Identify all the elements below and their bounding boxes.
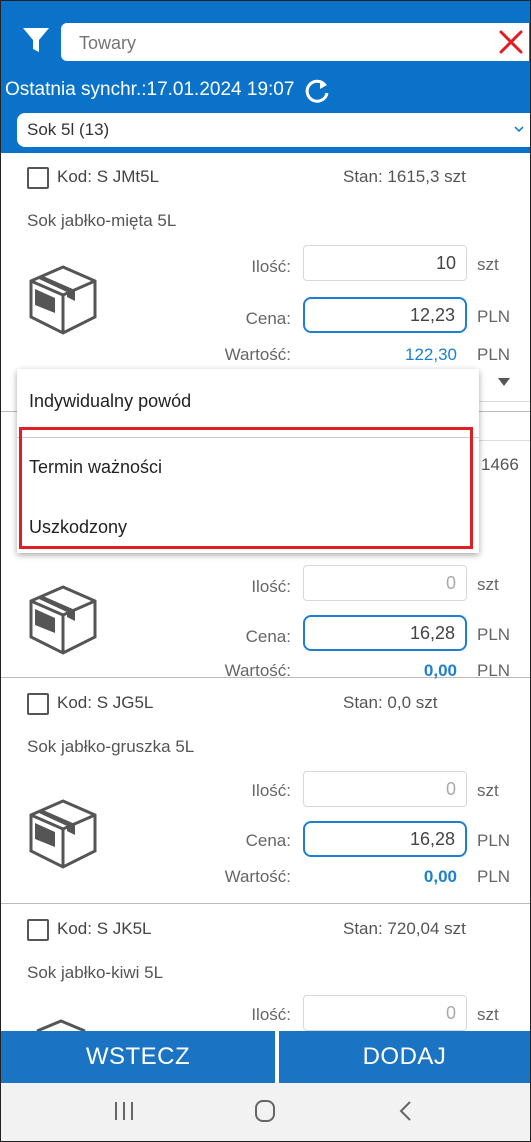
close-icon[interactable] [497,28,525,56]
app-frame: Ostatnia synchr.:17.01.2024 19:07 Sok 5l… [0,0,531,1142]
value-label: Wartość: [224,661,291,680]
refresh-icon[interactable] [303,77,331,105]
quantity-label: Ilość: [251,781,291,800]
quantity-field[interactable]: 0 [303,995,467,1031]
add-button[interactable]: DODAJ [279,1031,530,1083]
product-name: Sok jabłko-gruszka 5L [27,737,195,756]
quantity-label: Ilość: [251,1005,291,1024]
product-code: Kod: S JK5L [57,919,152,938]
product-code: Kod: S JG5L [57,693,154,712]
package-icon [36,1019,86,1031]
quantity-field[interactable]: 10 [303,245,467,281]
product-name: Sok jabłko-kiwi 5L [27,963,164,982]
product-item: Kod: S JG5L Stan: 0,0 szt Sok jabłko-gru… [1,679,530,904]
reason-select-chevron-icon[interactable] [497,377,511,387]
home-icon[interactable] [253,1099,277,1123]
select-checkbox[interactable] [27,167,49,189]
value-amount: 122,30 [405,345,457,364]
quantity-field[interactable]: 0 [303,565,467,601]
recent-apps-icon[interactable] [113,1099,135,1123]
product-stock: Stan: 0,0 szt [343,693,438,712]
value-label: Wartość: [224,345,291,364]
package-icon [29,799,97,869]
quantity-field[interactable]: 0 [303,771,467,807]
price-unit: PLN [477,307,511,326]
reason-dropdown: Indywidualny powód Termin ważności Uszko… [17,369,479,553]
search-input[interactable] [77,23,471,63]
quantity-unit: szt [477,781,499,800]
quantity-label: Ilość: [251,577,291,596]
search-box[interactable] [61,23,529,63]
select-checkbox[interactable] [27,693,49,715]
dropdown-option-individual[interactable]: Indywidualny powód [29,391,191,412]
price-label: Cena: [245,831,291,850]
back-button[interactable]: WSTECZ [1,1031,275,1083]
select-checkbox[interactable] [27,919,49,941]
quantity-label: Ilość: [251,257,291,276]
quantity-unit: szt [477,1005,499,1024]
product-name: Sok jabłko-mięta 5L [27,211,177,230]
price-label: Cena: [245,627,291,646]
product-code: Kod: S JMt5L [57,167,160,186]
highlight-box [19,427,473,549]
category-label: Sok 5l (13) [27,120,110,139]
back-nav-icon[interactable] [397,1099,413,1123]
sync-status: Ostatnia synchr.:17.01.2024 19:07 [5,79,295,100]
value-unit: PLN [477,345,511,364]
action-bar: WSTECZ DODAJ [1,1031,530,1083]
price-field[interactable]: 16,28 [303,821,467,857]
price-field[interactable]: 12,23 [303,297,467,333]
chevron-down-icon [514,126,524,133]
quantity-unit: szt [477,575,499,594]
value-unit: PLN [477,661,511,680]
product-stock: Stan: 720,04 szt [343,919,466,938]
header-bar: Ostatnia synchr.:17.01.2024 19:07 Sok 5l… [1,1,530,153]
product-item: Kod: S JK5L Stan: 720,04 szt Sok jabłko-… [1,905,530,1031]
value-amount: 0,00 [423,867,457,886]
product-stock: Stan: 1615,3 szt [343,167,466,186]
value-amount: 0,00 [423,661,457,680]
system-nav-bar [1,1083,530,1141]
quantity-unit: szt [477,255,499,274]
price-field[interactable]: 16,28 [303,615,467,651]
price-unit: PLN [477,625,511,644]
filter-icon[interactable] [21,25,51,55]
package-icon [29,585,97,655]
price-unit: PLN [477,831,511,850]
category-select[interactable]: Sok 5l (13) [17,113,530,147]
value-unit: PLN [477,867,511,886]
price-label: Cena: [245,309,291,328]
package-icon [29,265,97,335]
value-label: Wartość: [224,867,291,886]
